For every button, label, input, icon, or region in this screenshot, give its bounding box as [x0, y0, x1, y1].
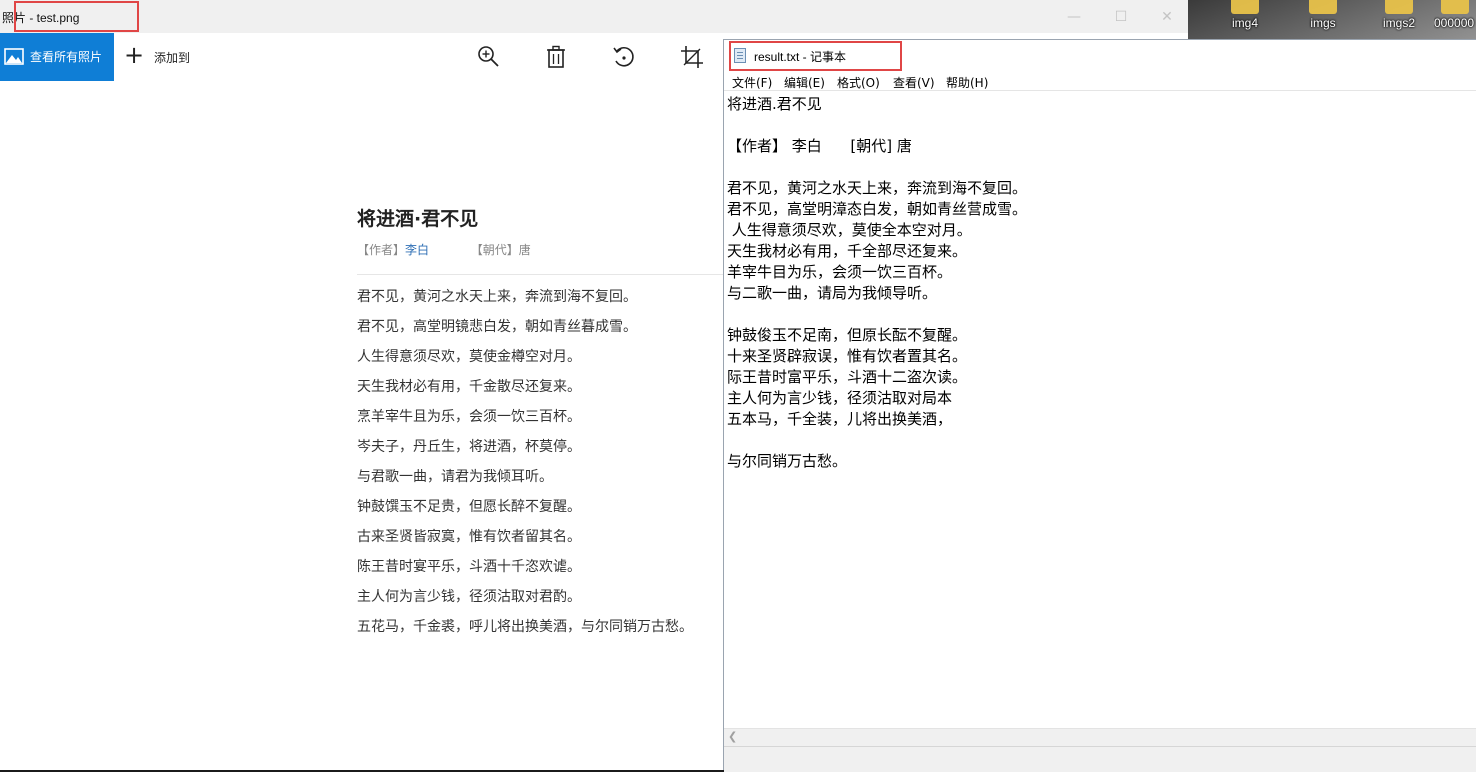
highlight-box	[729, 41, 902, 71]
folder-icon	[1231, 0, 1259, 14]
poem-line: 五花马，千金裘，呼儿将出换美酒，与尔同销万古愁。	[357, 619, 693, 635]
text-line: 钟鼓俊玉不足南，但原长酝不复醒。	[727, 326, 968, 344]
poem-body: 君不见，黄河之水天上来，奔流到海不复回。 君不见，高堂明镜悲白发，朝如青丝暮成雪…	[357, 286, 693, 646]
text-line: 君不见，黄河之水天上来，奔流到海不复回。	[727, 179, 1028, 197]
folder-icon	[1309, 0, 1337, 14]
rotate-icon[interactable]	[611, 44, 637, 70]
horizontal-scrollbar[interactable]: ❮	[724, 728, 1476, 746]
poem-line: 钟鼓馔玉不足贵，但愿长醉不复醒。	[357, 499, 581, 515]
photos-titlebar[interactable]: 照片 - test.png — ☐ ✕	[0, 0, 1188, 33]
desktop-folder-label: imgs2	[1382, 16, 1415, 30]
poem-title: 将进酒·君不见	[357, 208, 479, 230]
poem-line: 主人何为言少钱，径须沽取对君酌。	[357, 589, 581, 605]
text-line: 天生我材必有用，千全部尽还复来。	[727, 242, 968, 260]
close-icon[interactable]: ✕	[1156, 6, 1178, 28]
text-line: 与尔同销万古愁。	[727, 452, 848, 470]
poem-line: 岑夫子，丹丘生，将进酒，杯莫停。	[357, 439, 581, 455]
desktop-folder-imgs2[interactable]: imgs2	[1364, 0, 1434, 40]
notepad-titlebar[interactable]: result.txt - 记事本	[724, 40, 1476, 72]
poem-line: 人生得意须尽欢，莫使金樽空对月。	[357, 349, 581, 365]
plus-icon: +	[124, 41, 145, 69]
poem-line: 君不见，黄河之水天上来，奔流到海不复回。	[357, 289, 637, 305]
folder-icon	[1441, 0, 1469, 14]
view-all-photos-button[interactable]: 查看所有照片	[0, 33, 114, 81]
poem-line: 烹羊宰牛且为乐，会须一饮三百杯。	[357, 409, 581, 425]
zoom-icon[interactable]	[476, 44, 502, 70]
menu-help[interactable]: 帮助(H)	[946, 74, 988, 91]
desktop-folder-000000[interactable]: 000000	[1434, 0, 1476, 40]
author-name: 李白	[405, 243, 430, 257]
text-line: 羊宰牛目为乐，会须一饮三百杯。	[727, 263, 953, 281]
desktop-folder-imgs[interactable]: imgs	[1288, 0, 1358, 40]
poem-line: 古来圣贤皆寂寞，惟有饮者留其名。	[357, 529, 581, 545]
poem-line: 陈王昔时宴平乐，斗酒十千恣欢谑。	[357, 559, 581, 575]
author-label: 【作者】	[357, 243, 406, 257]
desktop-folder-img4[interactable]: img4	[1210, 0, 1280, 40]
add-to-label: 添加到	[154, 51, 191, 65]
text-line: 将进酒.君不见	[727, 95, 822, 113]
menu-format[interactable]: 格式(O)	[837, 74, 880, 91]
crop-icon[interactable]	[679, 44, 705, 70]
poem-meta: 【作者】李白 【朝代】唐	[357, 241, 531, 258]
scroll-left-icon[interactable]: ❮	[728, 730, 737, 743]
text-line: 五本马，千全装，儿将出换美酒，	[727, 410, 953, 428]
text-line	[727, 304, 1027, 325]
notepad-content: 将进酒.君不见 【作者】 李白 [朝代] 唐 君不见，黄河之水天上来，奔流到海不…	[727, 94, 1027, 472]
delete-icon[interactable]	[543, 44, 569, 70]
poem-divider	[357, 274, 723, 275]
menu-edit[interactable]: 编辑(E)	[784, 74, 825, 91]
poem-line: 君不见，高堂明镜悲白发，朝如青丝暮成雪。	[357, 319, 637, 335]
notepad-text-area[interactable]: 将进酒.君不见 【作者】 李白 [朝代] 唐 君不见，黄河之水天上来，奔流到海不…	[724, 90, 1476, 729]
text-line: 君不见，高堂明漳态白发，朝如青丝营成雪。	[727, 200, 1028, 218]
poem-line: 天生我材必有用，千金散尽还复来。	[357, 379, 581, 395]
dynasty-label: 【朝代】	[470, 243, 519, 257]
notepad-statusbar	[724, 746, 1476, 772]
highlight-box	[14, 1, 139, 32]
text-line: 【作者】 李白 [朝代] 唐	[727, 137, 912, 155]
text-line: 十来圣贤辟寂误，惟有饮者置其名。	[727, 347, 968, 365]
poem-line: 与君歌一曲，请君为我倾耳听。	[357, 469, 553, 485]
picture-icon	[4, 48, 24, 69]
text-line	[727, 430, 1027, 451]
text-line: 与二歌一曲，请局为我倾导听。	[727, 284, 938, 302]
maximize-icon[interactable]: ☐	[1110, 6, 1132, 28]
folder-icon	[1385, 0, 1413, 14]
menu-file[interactable]: 文件(F)	[732, 74, 772, 91]
text-line: 主人何为言少钱，径须沽取对局本	[727, 389, 953, 407]
desktop-folder-label: img4	[1231, 16, 1258, 30]
notepad-menubar: 文件(F) 编辑(E) 格式(O) 查看(V) 帮助(H)	[724, 72, 1476, 90]
notepad-window: result.txt - 记事本 文件(F) 编辑(E) 格式(O) 查看(V)…	[723, 39, 1476, 772]
text-line: 际王昔时富平乐，斗酒十二盗次读。	[727, 368, 968, 386]
dynasty-name: 唐	[518, 243, 531, 257]
view-all-photos-label: 查看所有照片	[30, 50, 103, 64]
minimize-icon[interactable]: —	[1063, 6, 1085, 28]
text-line: 人生得意须尽欢，莫使全本空对月。	[727, 221, 972, 239]
text-line	[727, 157, 1027, 178]
desktop-folder-label: 000000	[1434, 16, 1475, 30]
menu-view[interactable]: 查看(V)	[893, 74, 935, 91]
desktop-folder-label: imgs	[1310, 16, 1336, 30]
text-line	[727, 115, 1027, 136]
